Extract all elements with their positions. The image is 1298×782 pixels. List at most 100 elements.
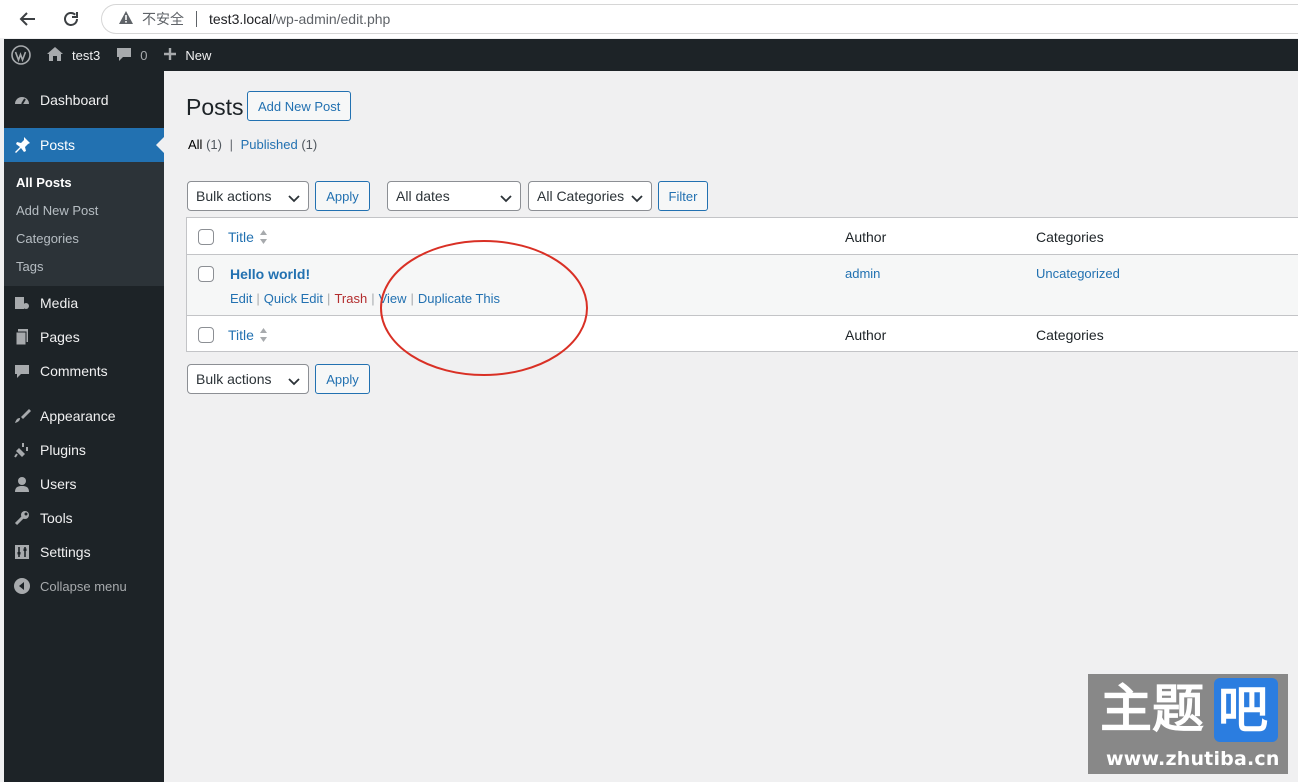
bulk-actions-value: Bulk actions <box>196 188 272 204</box>
wordpress-logo-icon[interactable] <box>4 39 38 71</box>
url-path: /wp-admin/edit.php <box>272 11 391 27</box>
column-title-label: Title <box>228 229 254 245</box>
comment-icon <box>12 361 32 381</box>
table-row: Hello world! Edit | Quick Edit | Trash | View |… <box>187 255 1298 315</box>
menu-label: Comments <box>40 363 108 379</box>
categories-filter-select[interactable]: All Categories <box>528 181 652 211</box>
view-all-count: (1) <box>206 137 222 152</box>
menu-settings[interactable]: Settings <box>4 535 164 569</box>
categories-filter-value: All Categories <box>537 188 625 204</box>
submenu-tags[interactable]: Tags <box>4 252 164 280</box>
view-published-count: (1) <box>301 137 318 152</box>
select-all-checkbox-footer[interactable] <box>198 327 214 343</box>
menu-label: Appearance <box>40 408 116 424</box>
edit-link[interactable]: Edit <box>230 291 252 306</box>
dates-filter-value: All dates <box>396 188 450 204</box>
chevron-down-icon <box>288 191 300 207</box>
menu-label: Pages <box>40 329 80 345</box>
dates-filter-select[interactable]: All dates <box>387 181 521 211</box>
admin-bar: test3 0 New <box>4 39 1298 71</box>
column-title-sort[interactable]: Title <box>228 229 268 245</box>
add-new-post-button[interactable]: Add New Post <box>247 91 352 121</box>
menu-plugins[interactable]: Plugins <box>4 433 164 467</box>
wrench-icon <box>12 508 32 528</box>
plus-icon <box>163 47 177 64</box>
menu-label: Posts <box>40 137 76 153</box>
menu-appearance[interactable]: Appearance <box>4 399 164 433</box>
menu-comments[interactable]: Comments <box>4 354 164 388</box>
comments-link[interactable]: 0 <box>116 39 147 71</box>
site-name: test3 <box>72 47 101 63</box>
address-divider <box>196 11 197 27</box>
watermark-box: 吧 <box>1214 678 1278 742</box>
trash-link[interactable]: Trash <box>334 291 367 306</box>
view-all-link[interactable]: All <box>188 137 202 152</box>
menu-label: Settings <box>40 544 91 560</box>
wp-admin: test3 0 New Dashboard Posts All Posts Ad… <box>4 39 1298 782</box>
post-status-views: All (1) | Published (1) <box>188 137 317 152</box>
collapse-menu-button[interactable]: Collapse menu <box>4 569 164 603</box>
select-all-checkbox[interactable] <box>198 229 214 245</box>
posts-submenu: All Posts Add New Post Categories Tags <box>4 162 164 286</box>
view-published-link[interactable]: Published <box>241 137 298 152</box>
page-title: Posts <box>186 94 244 120</box>
table-header: Title Author Categories <box>187 218 1298 255</box>
post-author-link[interactable]: admin <box>845 266 880 281</box>
user-icon <box>12 474 32 494</box>
post-category-link[interactable]: Uncategorized <box>1036 266 1120 281</box>
menu-label: Plugins <box>40 442 86 458</box>
url-host: test3.local <box>209 11 273 27</box>
submenu-add-new-post[interactable]: Add New Post <box>4 196 164 224</box>
view-link[interactable]: View <box>379 291 407 306</box>
menu-label: Media <box>40 295 79 311</box>
comments-count: 0 <box>140 47 148 63</box>
address-bar[interactable]: 不安全 test3.local/wp-admin/edit.php <box>101 4 1298 34</box>
watermark-url: www.zhutiba.cn <box>1106 748 1280 770</box>
view-separator: | <box>229 137 233 152</box>
column-title-sort-footer[interactable]: Title <box>228 327 268 343</box>
quick-edit-link[interactable]: Quick Edit <box>264 291 323 306</box>
comment-bubble-icon <box>116 46 132 65</box>
submenu-all-posts[interactable]: All Posts <box>4 168 164 196</box>
filter-button[interactable]: Filter <box>658 181 708 211</box>
apply-button-top[interactable]: Apply <box>315 181 370 211</box>
watermark-main-text: 主题 <box>1100 680 1205 740</box>
watermark-box-text: 吧 <box>1218 681 1268 739</box>
post-title-link[interactable]: Hello world! <box>230 266 310 282</box>
chevron-down-icon <box>631 191 643 207</box>
menu-users[interactable]: Users <box>4 467 164 501</box>
warning-icon[interactable] <box>118 10 134 28</box>
chevron-down-icon <box>500 191 512 207</box>
menu-pages[interactable]: Pages <box>4 320 164 354</box>
row-actions: Edit | Quick Edit | Trash | View | Duplicate Thi… <box>230 291 501 306</box>
bulk-actions-select-top[interactable]: Bulk actions <box>187 181 309 211</box>
submenu-categories[interactable]: Categories <box>4 224 164 252</box>
reload-icon[interactable] <box>60 8 82 30</box>
pages-icon <box>12 327 32 347</box>
column-author: Author <box>845 229 887 245</box>
media-icon <box>12 293 32 313</box>
sort-arrows-icon <box>259 327 268 343</box>
admin-sidebar: Dashboard Posts All Posts Add New Post C… <box>4 71 164 782</box>
collapse-arrow-icon <box>12 576 32 596</box>
home-icon <box>46 46 64 65</box>
menu-media[interactable]: Media <box>4 286 164 320</box>
bulk-actions-select-bottom[interactable]: Bulk actions <box>187 364 309 394</box>
menu-tools[interactable]: Tools <box>4 501 164 535</box>
menu-posts[interactable]: Posts <box>4 128 164 162</box>
watermark-logo: 主题 吧 www.zhutiba.cn <box>1088 674 1288 774</box>
menu-dashboard[interactable]: Dashboard <box>4 83 164 117</box>
collapse-label: Collapse menu <box>40 578 127 594</box>
posts-table: Title Author Categories Hello world! Edi… <box>186 217 1298 352</box>
menu-label: Dashboard <box>40 92 109 108</box>
site-name-link[interactable]: test3 <box>46 39 100 71</box>
new-label: New <box>185 47 212 63</box>
row-checkbox[interactable] <box>198 266 214 282</box>
duplicate-this-link[interactable]: Duplicate This <box>418 291 500 306</box>
pushpin-icon <box>12 135 32 155</box>
back-arrow-icon[interactable] <box>17 8 39 30</box>
apply-button-bottom[interactable]: Apply <box>315 364 370 394</box>
new-content-link[interactable]: New <box>163 39 211 71</box>
insecure-label[interactable]: 不安全 <box>142 9 184 29</box>
column-categories: Categories <box>1036 229 1104 245</box>
